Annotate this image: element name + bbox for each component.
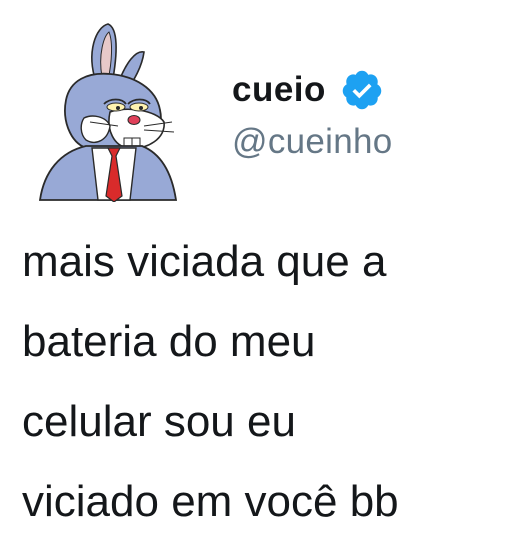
tweet-card: cueio @cueinho mais viciada que a bateri… (0, 0, 512, 526)
tweet-line-4: viciado em você bb (22, 477, 399, 526)
verified-badge-icon (342, 70, 382, 110)
tweet-line-3: celular sou eu (22, 397, 296, 446)
bugs-bunny-avatar-icon (38, 23, 178, 202)
tweet-line-2: bateria do meu (22, 317, 316, 366)
avatar[interactable] (26, 22, 182, 202)
display-name[interactable]: cueio (232, 68, 326, 112)
user-handle[interactable]: @cueinho (232, 120, 393, 164)
name-row: cueio (232, 68, 393, 112)
tweet-text: mais viciada que a bateria do meu celula… (22, 222, 506, 542)
tweet-header: cueio @cueinho (232, 68, 393, 164)
tweet-line-1: mais viciada que a (22, 237, 387, 286)
